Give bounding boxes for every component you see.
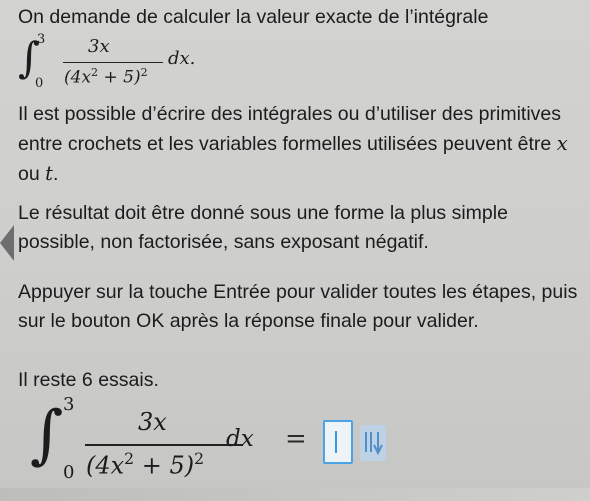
attempts-remaining: Il reste 6 essais. bbox=[18, 369, 159, 391]
lower-bound: 0 bbox=[35, 76, 44, 91]
numerator-large: 3x bbox=[138, 408, 167, 436]
integrand-numerator: 3x bbox=[88, 36, 110, 57]
previous-arrow-icon[interactable] bbox=[0, 225, 14, 261]
answer-equation: ∫ 3 0 3x (4x2 + 5)2 dx = bbox=[30, 392, 430, 492]
math-keyboard-icon[interactable] bbox=[360, 425, 386, 461]
text-caret bbox=[335, 431, 337, 453]
differential: dx. bbox=[168, 48, 196, 69]
question-intro: On demande de calculer la valeur exacte … bbox=[18, 6, 489, 28]
denominator-large: (4x2 + 5)2 bbox=[86, 450, 205, 480]
instructions-variables: Il est possible d’écrire des intégrales … bbox=[18, 103, 568, 185]
integrand-denominator: (4x2 + 5)2 bbox=[64, 66, 148, 88]
bottom-edge bbox=[0, 488, 590, 501]
variable-x: x bbox=[556, 132, 568, 155]
exercise-panel: On demande de calculer la valeur exacte … bbox=[0, 0, 590, 501]
fraction-bar-large bbox=[85, 444, 243, 446]
integral-sign-large: ∫ bbox=[30, 398, 64, 472]
differential-large: dx bbox=[226, 426, 254, 452]
variable-t: t bbox=[45, 162, 53, 185]
instructions-validation: Appuyer sur la touche Entrée pour valide… bbox=[18, 281, 578, 332]
upper-bound-large: 3 bbox=[63, 394, 75, 415]
question-integral: ∫ 3 0 3x (4x2 + 5)2 dx. bbox=[18, 30, 238, 100]
lower-bound-large: 0 bbox=[63, 462, 75, 483]
answer-input[interactable] bbox=[323, 420, 353, 464]
upper-bound: 3 bbox=[37, 32, 46, 47]
instructions-format: Le résultat doit être donné sous une for… bbox=[18, 202, 508, 253]
equals-sign: = bbox=[285, 424, 307, 454]
fraction-bar bbox=[63, 62, 163, 64]
